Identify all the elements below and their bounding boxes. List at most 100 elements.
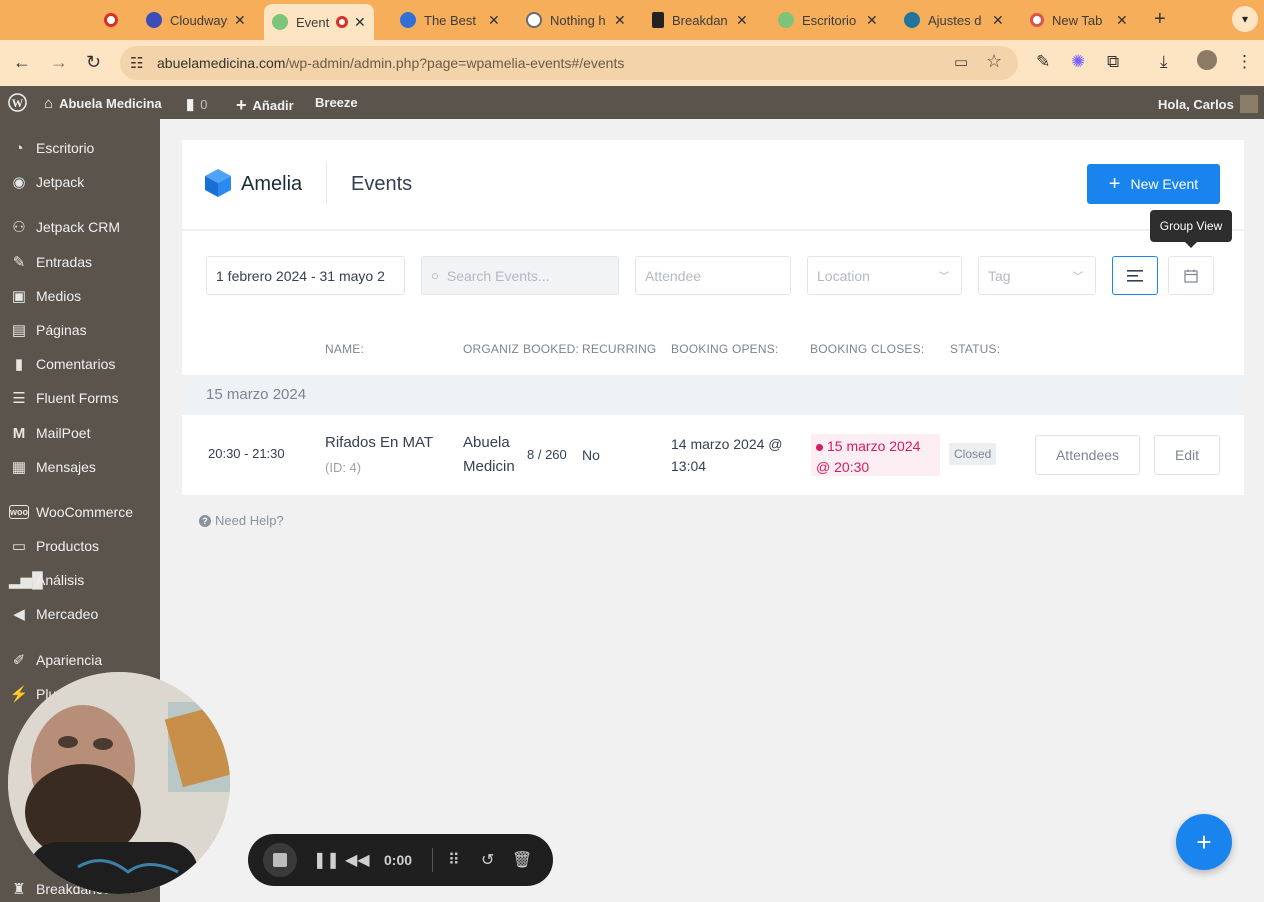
pages-icon: ▤	[11, 322, 27, 339]
reload-icon[interactable]: ↻	[86, 52, 101, 73]
puzzle-icon[interactable]: ⧉	[1107, 52, 1119, 72]
list-view-button[interactable]	[1112, 256, 1158, 295]
sidebar-item-apariencia[interactable]: ✐ Apariencia	[0, 643, 160, 677]
column-header-status: STATUS:	[950, 342, 1001, 356]
recording-timer: 0:00	[384, 852, 413, 868]
close-icon[interactable]: ✕	[614, 12, 626, 29]
close-icon[interactable]: ✕	[234, 12, 246, 29]
profile-avatar[interactable]	[1197, 50, 1217, 70]
home-icon: ⌂	[44, 95, 54, 112]
sidebar-item-mercadeo[interactable]: ◀ Mercadeo	[0, 597, 160, 631]
sidebar-item-entradas[interactable]: ✎ Entradas	[0, 245, 160, 279]
amelia-logo-text: Amelia	[241, 173, 303, 195]
dashboard-icon: ◔	[14, 139, 24, 157]
download-icon[interactable]: ⤓	[1160, 52, 1168, 72]
kebab-menu-icon[interactable]: ⋮	[1236, 52, 1253, 72]
sidebar-item-analisis[interactable]: ▂▅█ Análisis	[0, 563, 160, 597]
sidebar-item-jetpack[interactable]: ◉ Jetpack	[0, 165, 160, 199]
browser-tab-recording[interactable]	[104, 6, 126, 34]
column-header-name: NAME:	[325, 342, 365, 356]
comments-icon: ▮	[14, 356, 24, 373]
event-organizer-line1: Abuela	[463, 434, 510, 451]
sidebar-item-mensajes[interactable]: ▦ Mensajes	[0, 450, 160, 484]
drag-handle-icon[interactable]: ⠿	[448, 850, 460, 870]
amelia-logo-icon	[205, 169, 231, 197]
new-event-button[interactable]: + New Event	[1087, 164, 1220, 204]
date-range-picker[interactable]: 1 febrero 2024 - 31 mayo 2	[206, 256, 405, 295]
sidebar-item-productos[interactable]: ▭ Productos	[0, 529, 160, 563]
page-title: Events	[351, 173, 413, 195]
restart-icon[interactable]: ↺	[481, 850, 494, 870]
group-view-button[interactable]	[1168, 256, 1214, 295]
chevron-down-icon: ﹀	[1073, 272, 1083, 283]
sidebar-item-woocommerce[interactable]: woo WooCommerce	[0, 495, 160, 529]
breeze-link[interactable]: Breeze	[315, 95, 358, 110]
pause-icon[interactable]: ❚❚	[313, 850, 340, 870]
sidebar-item-mailpoet[interactable]: M MailPoet	[0, 416, 160, 450]
sidebar-item-paginas[interactable]: ▤ Páginas	[0, 313, 160, 347]
wordpress-logo-icon[interactable]: W	[8, 93, 27, 112]
browser-tab-5[interactable]: Breakdan ✕	[652, 6, 748, 34]
video-camera-icon[interactable]: ▭	[954, 53, 968, 71]
location-select[interactable]: Location ﹀	[807, 256, 962, 295]
account-menu[interactable]: Hola, Carlos	[1158, 95, 1258, 113]
recorder-divider	[432, 848, 433, 872]
browser-tab-4[interactable]: Nothing h ✕	[526, 6, 626, 34]
megaphone-icon: ◀	[13, 606, 25, 623]
floating-add-button[interactable]: +	[1176, 814, 1232, 870]
event-recurring: No	[582, 447, 600, 463]
webcam-overlay	[8, 672, 230, 894]
close-icon[interactable]: ✕	[354, 14, 366, 31]
stop-recording-button[interactable]	[263, 843, 297, 877]
site-settings-icon[interactable]: ☷	[130, 54, 143, 72]
comments-link[interactable]: ▮ 0	[186, 95, 208, 113]
close-icon[interactable]: ✕	[1116, 12, 1128, 29]
column-header-booking-opens: BOOKING OPENS:	[671, 342, 779, 356]
url-text[interactable]: abuelamedicina.com/wp-admin/admin.php?pa…	[157, 55, 624, 71]
browser-tab-3[interactable]: The Best ✕	[400, 6, 500, 34]
extension-flower-icon[interactable]: ✺	[1071, 52, 1085, 72]
status-badge: Closed	[949, 443, 997, 465]
close-icon[interactable]: ✕	[488, 12, 500, 29]
browser-tab-8[interactable]: New Tab ✕	[1030, 6, 1128, 34]
rewind-icon[interactable]: ◀◀	[345, 850, 370, 870]
svg-text:W: W	[12, 98, 24, 110]
sidebar-item-escritorio[interactable]: ◔ Escritorio	[0, 131, 160, 165]
webcam-person-image	[8, 672, 230, 894]
edit-button[interactable]: Edit	[1154, 435, 1220, 475]
sidebar-item-comentarios[interactable]: ▮ Comentarios	[0, 347, 160, 381]
breakdance-icon	[652, 12, 664, 28]
close-icon[interactable]: ✕	[866, 12, 878, 29]
amelia-logo-icon	[400, 12, 416, 28]
bookmark-star-icon[interactable]: ☆	[986, 51, 1002, 72]
forms-icon: ☰	[12, 390, 26, 407]
trash-icon[interactable]: 🗑	[512, 850, 532, 870]
address-bar[interactable]: ☷ abuelamedicina.com/wp-admin/admin.php?…	[120, 46, 1018, 80]
need-help-link[interactable]: ? Need Help?	[199, 513, 284, 528]
sidebar-item-jetpack-crm[interactable]: ⚇ Jetpack CRM	[0, 210, 160, 244]
column-header-booking-closes: BOOKING CLOSES:	[810, 342, 925, 356]
new-tab-plus-icon[interactable]: +	[1154, 8, 1166, 31]
browser-tab-6[interactable]: Escritorio ✕	[778, 6, 878, 34]
sidebar-item-medios[interactable]: ▣ Medios	[0, 279, 160, 313]
add-new-link[interactable]: + Añadir	[236, 95, 294, 116]
search-input[interactable]: ○ Search Events...	[421, 256, 619, 295]
header-divider	[326, 162, 327, 204]
browser-tab-1[interactable]: Cloudways ✕	[146, 6, 246, 34]
eyedropper-icon[interactable]: ✎	[1036, 52, 1050, 72]
browser-tab-7[interactable]: Ajustes d ✕	[904, 6, 1004, 34]
event-opens-line2: 13:04	[671, 458, 707, 474]
site-name-link[interactable]: ⌂ Abuela Medicina	[44, 95, 162, 112]
cloudways-icon	[146, 12, 162, 28]
tag-select[interactable]: Tag ﹀	[978, 256, 1096, 295]
close-icon[interactable]: ✕	[736, 12, 748, 29]
opera-icon	[1030, 13, 1044, 27]
chevron-down-icon[interactable]: ▾	[1232, 6, 1258, 32]
back-arrow-icon[interactable]: ←	[13, 52, 31, 73]
sidebar-item-fluent-forms[interactable]: ☰ Fluent Forms	[0, 381, 160, 415]
close-icon[interactable]: ✕	[992, 12, 1004, 29]
browser-tab-2[interactable]: Events ✕	[264, 4, 374, 40]
attendee-input[interactable]: Attendee	[635, 256, 791, 295]
forward-arrow-icon[interactable]: →	[50, 52, 68, 73]
attendees-button[interactable]: Attendees	[1035, 435, 1140, 475]
